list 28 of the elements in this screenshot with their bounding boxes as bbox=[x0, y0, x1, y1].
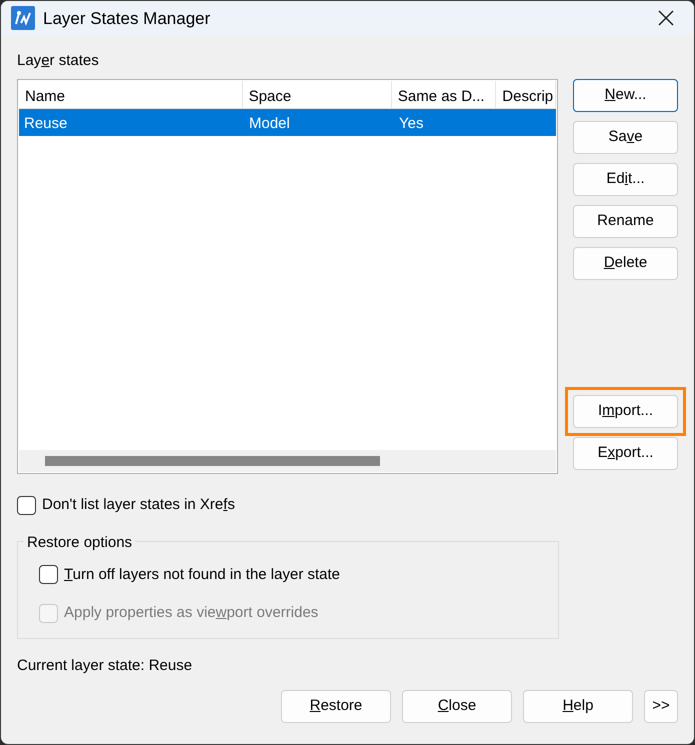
expand-button[interactable]: >> bbox=[644, 690, 678, 723]
column-header[interactable]: Same as D... bbox=[392, 81, 496, 108]
list-label: Layer states bbox=[17, 52, 99, 68]
column-header[interactable]: Descrip bbox=[496, 81, 556, 108]
side-button[interactable]: Export... bbox=[573, 437, 678, 470]
checkbox-label: Turn off layers not found in the layer state bbox=[64, 564, 340, 584]
checkbox[interactable] bbox=[17, 496, 36, 515]
table-cell: Reuse bbox=[24, 115, 68, 132]
checkbox-label: Apply properties as viewport overrides bbox=[64, 603, 318, 623]
table-cell: Model bbox=[249, 115, 290, 132]
column-header[interactable]: Space bbox=[242, 81, 392, 108]
checkbox[interactable] bbox=[39, 565, 58, 584]
side-button[interactable]: Import... bbox=[573, 395, 678, 428]
dialog-button[interactable]: Help bbox=[523, 690, 633, 723]
column-header[interactable]: Name bbox=[19, 81, 243, 108]
dialog-button[interactable]: Restore bbox=[281, 690, 391, 723]
app-icon bbox=[11, 6, 35, 30]
side-button[interactable]: New... bbox=[573, 79, 678, 112]
dialog-button[interactable]: Close bbox=[402, 690, 512, 723]
side-button[interactable]: Edit... bbox=[573, 163, 678, 196]
window-title: Layer States Manager bbox=[43, 8, 210, 30]
side-button[interactable]: Save bbox=[573, 121, 678, 154]
side-button[interactable]: Delete bbox=[573, 247, 678, 280]
checkbox-label: Don't list layer states in Xrefs bbox=[42, 495, 235, 515]
side-button[interactable]: Rename bbox=[573, 205, 678, 238]
current-state-text: Current layer state: Reuse bbox=[17, 656, 192, 674]
horizontal-scrollbar[interactable] bbox=[19, 450, 556, 472]
table-cell: Yes bbox=[399, 115, 424, 132]
